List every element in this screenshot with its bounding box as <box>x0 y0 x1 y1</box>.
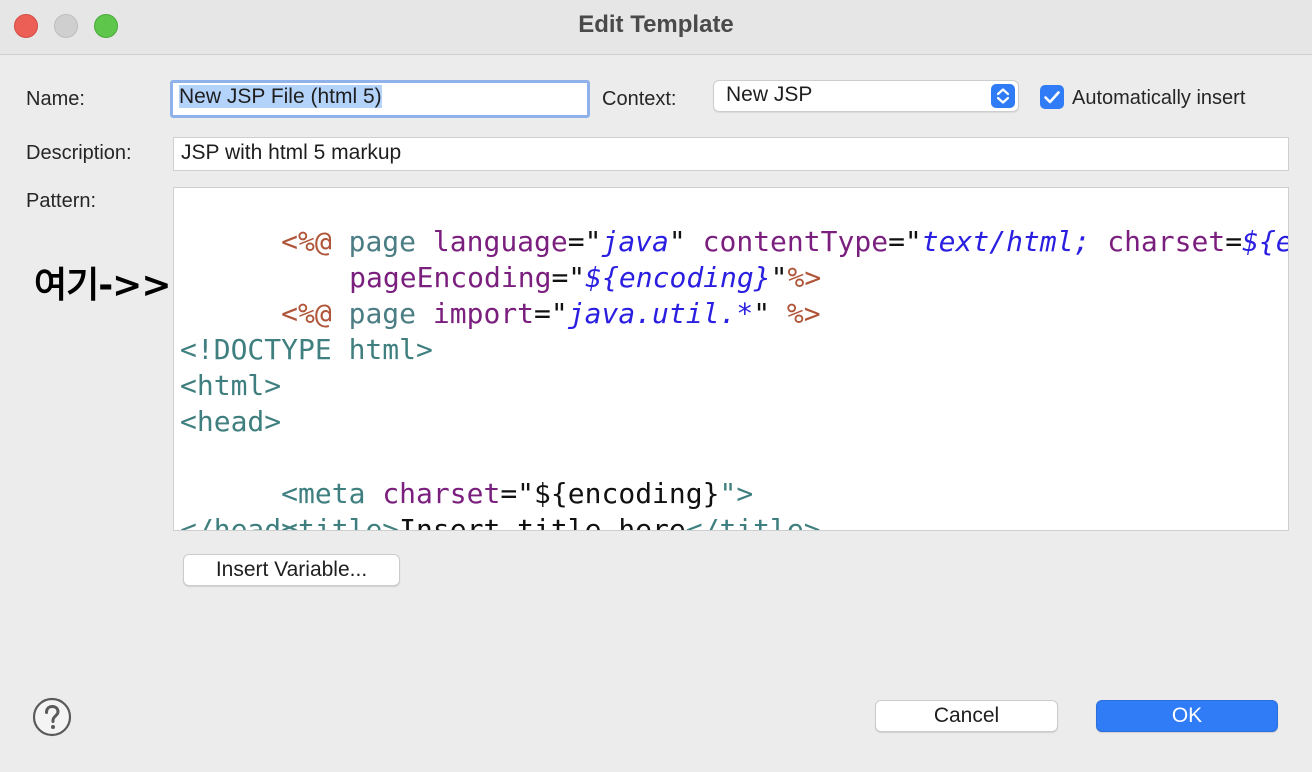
auto-insert-checkbox[interactable] <box>1040 85 1064 109</box>
code-line: </head> <box>180 513 299 531</box>
cancel-button[interactable]: Cancel <box>875 700 1058 732</box>
ok-button[interactable]: OK <box>1096 700 1278 732</box>
pattern-label: Pattern: <box>26 190 97 212</box>
context-select[interactable]: New JSP <box>713 80 1019 112</box>
description-input-value: JSP with html 5 markup <box>181 141 402 164</box>
insert-variable-button[interactable]: Insert Variable... <box>183 554 400 586</box>
edit-template-dialog: Edit Template Name: New JSP File (html 5… <box>0 0 1312 772</box>
description-input[interactable]: JSP with html 5 markup <box>173 137 1289 171</box>
name-input-value: New JSP File (html 5) <box>179 85 382 108</box>
title-bar: Edit Template <box>0 0 1312 55</box>
annotation-arrow-text: 여기->> <box>34 265 172 306</box>
code-line: <html> <box>180 369 282 402</box>
code-line: <!DOCTYPE html> <box>180 333 433 366</box>
help-icon[interactable] <box>32 697 72 737</box>
description-label: Description: <box>26 142 132 164</box>
name-input[interactable]: New JSP File (html 5) <box>170 80 590 118</box>
auto-insert-label: Automatically insert <box>1072 87 1246 109</box>
context-select-value: New JSP <box>726 83 813 106</box>
pattern-editor[interactable]: <%@ page language="java" contentType="te… <box>173 187 1289 531</box>
context-label: Context: <box>602 88 677 110</box>
chevron-updown-icon <box>991 84 1015 108</box>
code-line: <head> <box>180 405 282 438</box>
dialog-title: Edit Template <box>578 11 734 38</box>
name-label: Name: <box>26 88 85 110</box>
checkmark-icon <box>1044 91 1060 104</box>
